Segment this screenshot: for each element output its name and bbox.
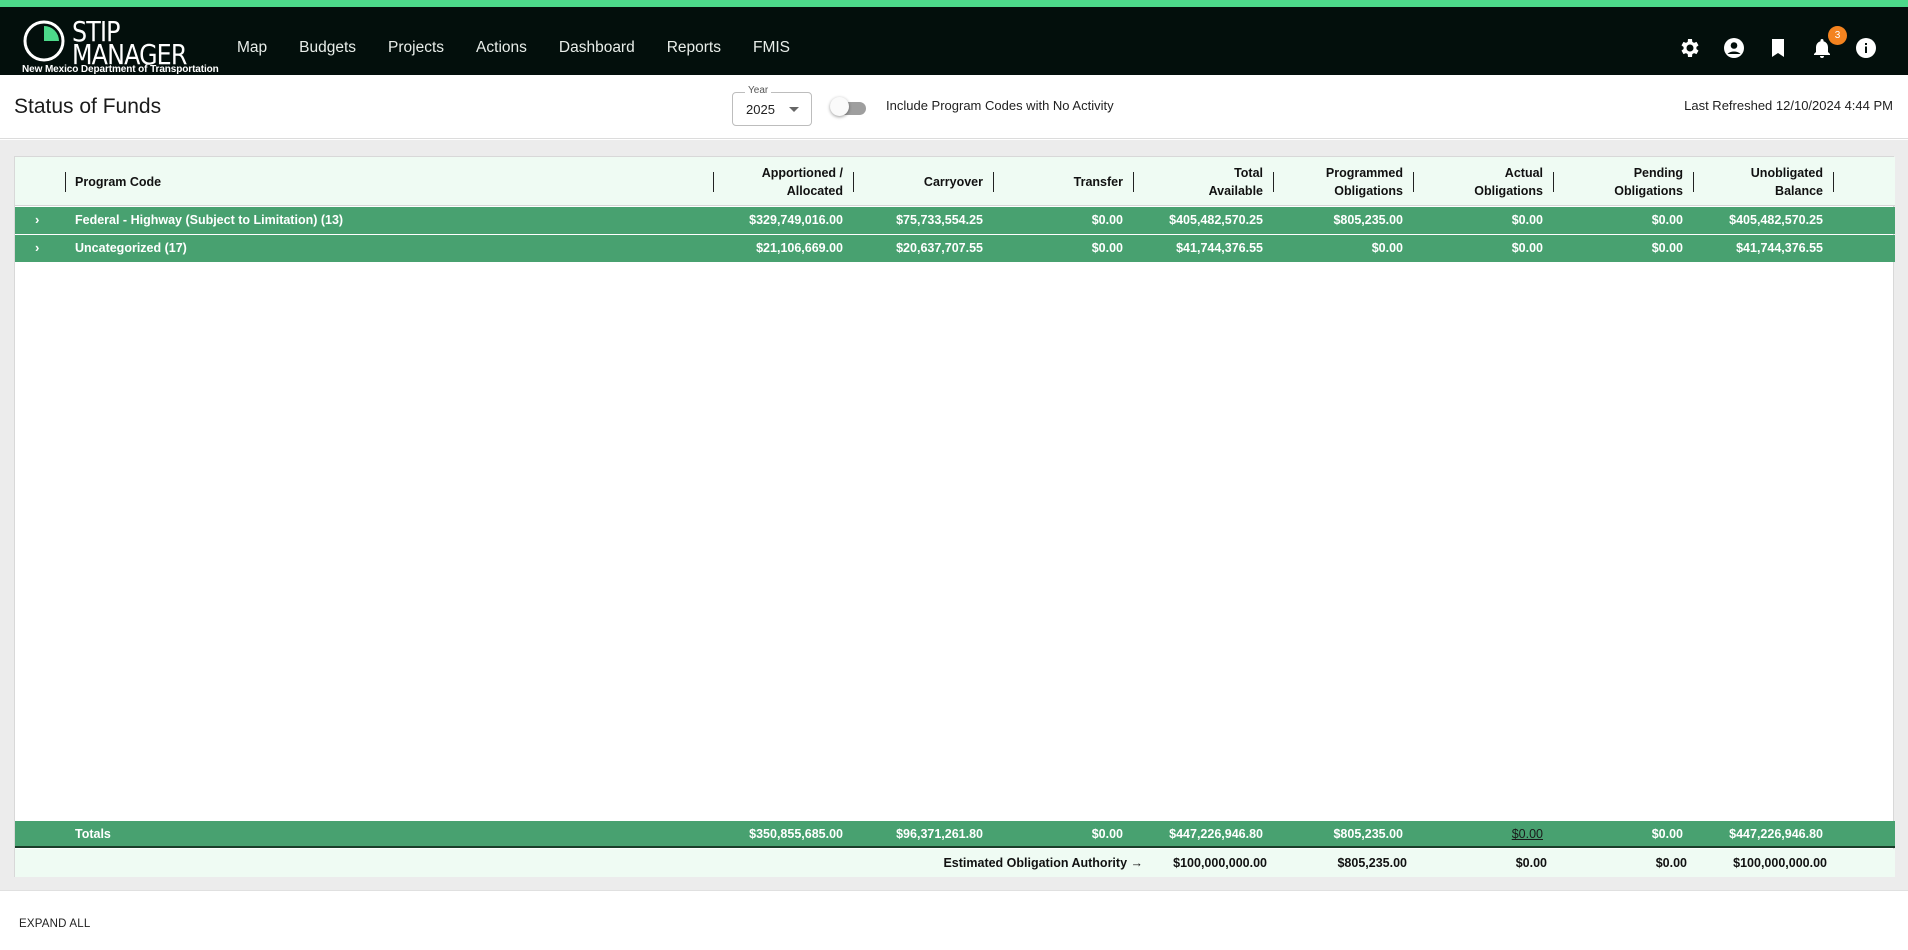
- chevron-down-icon: [789, 107, 799, 112]
- year-select-label: Year: [745, 85, 772, 96]
- page-title: Status of Funds: [14, 95, 162, 118]
- column-separator: [1273, 172, 1274, 192]
- column-separator: [1553, 172, 1554, 192]
- row-programmed-obligations: $0.00: [1371, 241, 1403, 255]
- row-transfer: $0.00: [1091, 241, 1123, 255]
- expand-chevron-icon[interactable]: ›: [35, 235, 39, 262]
- bell-icon[interactable]: 3: [1810, 26, 1847, 60]
- row-unobligated-balance: $41,744,376.55: [1736, 241, 1823, 255]
- row-apportioned: $329,749,016.00: [749, 213, 843, 227]
- row-programmed-obligations: $805,235.00: [1333, 213, 1403, 227]
- column-separator: [1133, 172, 1134, 192]
- expand-all-button[interactable]: EXPAND ALL: [19, 918, 90, 930]
- col-actual-obligations[interactable]: Actual Obligations: [1415, 157, 1543, 206]
- totals-unobligated-balance: $447,226,946.80: [1729, 827, 1823, 841]
- nav-map[interactable]: Map: [237, 39, 267, 57]
- eoa-programmed-obligations: $805,235.00: [1337, 856, 1407, 870]
- col-pending-obligations[interactable]: Pending Obligations: [1555, 157, 1683, 206]
- eoa-pending-obligations: $0.00: [1655, 856, 1687, 870]
- row-apportioned: $21,106,669.00: [756, 241, 843, 255]
- totals-apportioned: $350,855,685.00: [749, 827, 843, 841]
- row-program-code: Federal - Highway (Subject to Limitation…: [75, 213, 344, 227]
- column-separator: [713, 172, 714, 192]
- row-carryover: $75,733,554.25: [896, 213, 983, 227]
- year-select-value: 2025: [746, 102, 775, 117]
- info-icon[interactable]: [1854, 36, 1878, 60]
- col-unobligated-balance[interactable]: Unobligated Balance: [1695, 157, 1823, 206]
- col-program-code[interactable]: Program Code: [75, 157, 375, 206]
- table-row[interactable]: › Federal - Highway (Subject to Limitati…: [15, 207, 1895, 234]
- logo-pie-icon: [23, 20, 65, 62]
- table-row[interactable]: › Uncategorized (17) $21,106,669.00 $20,…: [15, 235, 1895, 262]
- nav-dashboard[interactable]: Dashboard: [559, 39, 635, 57]
- col-programmed-obligations[interactable]: Programmed Obligations: [1275, 157, 1403, 206]
- column-separator: [1693, 172, 1694, 192]
- row-actual-obligations: $0.00: [1511, 213, 1543, 227]
- bookmark-icon[interactable]: [1766, 36, 1790, 60]
- column-separator: [1413, 172, 1414, 192]
- row-actual-obligations: $0.00: [1511, 241, 1543, 255]
- eoa-unobligated-balance: $100,000,000.00: [1733, 856, 1827, 870]
- year-select[interactable]: Year 2025: [732, 85, 812, 126]
- column-separator: [993, 172, 994, 192]
- col-carryover[interactable]: Carryover: [855, 157, 983, 206]
- row-pending-obligations: $0.00: [1651, 241, 1683, 255]
- col-apportioned-allocated[interactable]: Apportioned / Allocated: [715, 157, 843, 206]
- notification-badge: 3: [1828, 26, 1847, 45]
- totals-transfer: $0.00: [1091, 827, 1123, 841]
- column-separator: [1833, 172, 1834, 192]
- row-pending-obligations: $0.00: [1651, 213, 1683, 227]
- main-nav: Map Budgets Projects Actions Dashboard R…: [221, 14, 806, 82]
- eoa-label: Estimated Obligation Authority →: [943, 856, 1143, 870]
- top-navbar: STIP MANAGER New Mexico Department of Tr…: [0, 7, 1908, 75]
- totals-pending-obligations: $0.00: [1651, 827, 1683, 841]
- top-accent-stripe: [0, 0, 1908, 7]
- nav-fmis[interactable]: FMIS: [753, 39, 790, 57]
- toggle-knob: [830, 97, 849, 116]
- totals-actual-cell: $0.00: [1415, 821, 1543, 848]
- app-logo[interactable]: STIP MANAGER New Mexico Department of Tr…: [20, 14, 220, 76]
- estimated-obligation-authority-row: Estimated Obligation Authority → $100,00…: [15, 849, 1895, 877]
- nav-actions[interactable]: Actions: [476, 39, 527, 57]
- column-separator: [65, 172, 66, 192]
- row-total-available: $405,482,570.25: [1169, 213, 1263, 227]
- totals-total-available: $447,226,946.80: [1169, 827, 1263, 841]
- nav-budgets[interactable]: Budgets: [299, 39, 356, 57]
- totals-label: Totals: [75, 827, 111, 841]
- last-refreshed: Last Refreshed 12/10/2024 4:44 PM: [1684, 98, 1893, 113]
- col-transfer[interactable]: Transfer: [995, 157, 1123, 206]
- logo-subtitle: New Mexico Department of Transportation: [22, 64, 219, 75]
- row-transfer: $0.00: [1091, 213, 1123, 227]
- nav-reports[interactable]: Reports: [667, 39, 721, 57]
- eoa-total-available: $100,000,000.00: [1173, 856, 1267, 870]
- row-total-available: $41,744,376.55: [1176, 241, 1263, 255]
- row-program-code: Uncategorized (17): [75, 241, 187, 255]
- page-header: Status of Funds Year 2025 Include Progra…: [0, 75, 1908, 139]
- gear-icon[interactable]: [1678, 36, 1702, 60]
- column-separator: [853, 172, 854, 192]
- totals-carryover: $96,371,261.80: [896, 827, 983, 841]
- nav-projects[interactable]: Projects: [388, 39, 444, 57]
- row-unobligated-balance: $405,482,570.25: [1729, 213, 1823, 227]
- col-total-available[interactable]: Total Available: [1135, 157, 1263, 206]
- eoa-actual-obligations: $0.00: [1515, 856, 1547, 870]
- nav-icon-group: 3: [1678, 14, 1878, 82]
- grid-header: Program Code Apportioned / Allocated Carr…: [15, 157, 1895, 206]
- totals-programmed-obligations: $805,235.00: [1333, 827, 1403, 841]
- page-footer: EXPAND ALL: [0, 890, 1908, 950]
- totals-row: Totals $350,855,685.00 $96,371,261.80 $0…: [15, 821, 1895, 848]
- include-no-activity-label: Include Program Codes with No Activity: [886, 98, 1114, 113]
- status-of-funds-grid: Program Code Apportioned / Allocated Carr…: [14, 156, 1895, 877]
- expand-chevron-icon[interactable]: ›: [35, 207, 39, 234]
- totals-actual-obligations-link[interactable]: $0.00: [1512, 827, 1543, 841]
- row-carryover: $20,637,707.55: [896, 241, 983, 255]
- include-no-activity-toggle[interactable]: [830, 97, 866, 116]
- account-circle-icon[interactable]: [1722, 36, 1746, 60]
